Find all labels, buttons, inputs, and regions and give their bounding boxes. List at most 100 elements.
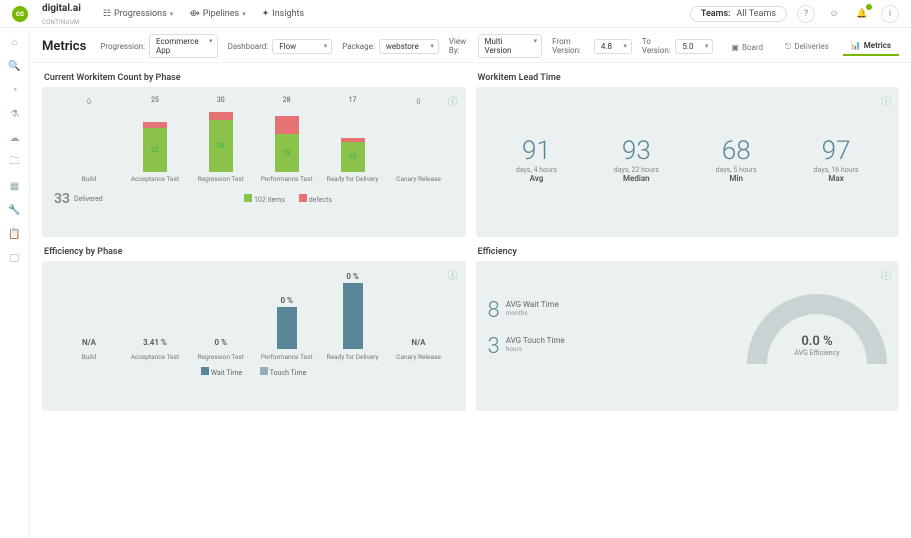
tab-metrics[interactable]: 📊 Metrics bbox=[843, 37, 899, 56]
bar-col: 0Canary Release bbox=[389, 98, 447, 183]
lead-col: 91days, 4 hoursAvg bbox=[516, 138, 557, 183]
panel-info-icon[interactable]: ⓘ bbox=[448, 267, 458, 282]
bar-total: 25 bbox=[151, 96, 159, 104]
filter-viewby-label: View By: bbox=[449, 37, 474, 55]
tab-board[interactable]: ▣ Board bbox=[723, 39, 771, 56]
gauge-value: 0.0 % bbox=[747, 334, 887, 349]
eff-col: N/ABuild bbox=[60, 338, 118, 361]
eff-col: N/A Canary Release bbox=[389, 338, 447, 361]
bar-total: 17 bbox=[349, 96, 357, 104]
filter-toversion-select[interactable]: 5.0 bbox=[675, 39, 713, 54]
page-header: Metrics Progression: Ecommerce App Dashb… bbox=[30, 28, 911, 63]
lead-value: 68 bbox=[716, 138, 757, 164]
bell-icon[interactable]: 🔔 bbox=[853, 5, 871, 23]
teams-value: All Teams bbox=[737, 9, 776, 19]
filter-viewby-select[interactable]: Multi Version bbox=[478, 34, 543, 58]
panel3-title: Efficiency by Phase bbox=[44, 247, 466, 257]
legend-defects-swatch-icon bbox=[299, 194, 307, 202]
teams-label: Teams: bbox=[701, 9, 731, 19]
nav-progressions[interactable]: ☷ Progressions ▾ bbox=[103, 9, 173, 19]
tab-metrics-label: Metrics bbox=[864, 41, 891, 50]
brand-logo-icon: cc bbox=[12, 6, 28, 22]
rail-wrench-icon[interactable]: 🔧 bbox=[9, 204, 21, 216]
legend-wait-swatch-icon bbox=[201, 367, 209, 375]
eff-label: Canary Release bbox=[396, 353, 441, 361]
rail-monitor-icon[interactable]: 🖵 bbox=[9, 252, 21, 264]
chevron-down-icon: ▾ bbox=[170, 10, 174, 18]
eff-value: 0 % bbox=[346, 272, 358, 281]
nav-pipelines[interactable]: ⟴ Pipelines ▾ bbox=[189, 9, 245, 19]
filter-progression-label: Progression: bbox=[100, 42, 145, 51]
tab-deliveries[interactable]: ⎋ Deliveries bbox=[777, 38, 837, 56]
info-icon[interactable]: i bbox=[881, 5, 899, 23]
bar-col: 0Build bbox=[60, 98, 118, 183]
tab-deliveries-label: Deliveries bbox=[794, 42, 828, 51]
bar-col: 2522Acceptance Test bbox=[126, 96, 184, 183]
eff-col: 0 %Performance Test bbox=[258, 296, 316, 361]
avg-touch-unit: hours bbox=[506, 345, 565, 353]
bar-total: 28 bbox=[283, 96, 291, 104]
avg-wait-unit: months bbox=[506, 309, 559, 317]
eff-label: Performance Test bbox=[261, 353, 313, 361]
legend-defects-label: defects bbox=[309, 196, 332, 204]
teams-selector[interactable]: Teams: All Teams bbox=[690, 6, 787, 22]
lead-col: 97days, 16 hoursMax bbox=[814, 138, 859, 183]
top-nav: ☷ Progressions ▾ ⟴ Pipelines ▾ ✦ Insight… bbox=[103, 9, 304, 19]
filter-package-label: Package: bbox=[342, 42, 375, 51]
eff-value: 3.41 % bbox=[143, 338, 167, 347]
metrics-icon: 📊 bbox=[851, 41, 861, 50]
bar-col: 1715Ready for Delivery bbox=[324, 96, 382, 183]
legend-items-count: 102 bbox=[254, 196, 266, 204]
help-icon[interactable]: ? bbox=[797, 5, 815, 23]
nav-insights[interactable]: ✦ Insights bbox=[262, 9, 304, 19]
filter-dashboard-label: Dashboard: bbox=[228, 42, 269, 51]
lead-value: 97 bbox=[814, 138, 859, 164]
bar-label: Ready for Delivery bbox=[327, 176, 379, 183]
panel4-title: Efficiency bbox=[478, 247, 900, 257]
rail-folder-icon[interactable]: 🗀 bbox=[9, 156, 21, 168]
rail-clock-icon[interactable]: ◔ bbox=[9, 84, 21, 96]
rail-grid-icon[interactable]: ▦ bbox=[9, 180, 21, 192]
board-icon: ▣ bbox=[731, 43, 739, 52]
bar-label: Performance Test bbox=[261, 176, 313, 183]
delivered-count: 33 bbox=[54, 191, 70, 207]
lead-stat: Min bbox=[716, 174, 757, 183]
nav-pipelines-label: Pipelines bbox=[203, 9, 239, 19]
chevron-down-icon: ▾ bbox=[242, 10, 246, 18]
bar-col: 2819Performance Test bbox=[258, 96, 316, 183]
panel-info-icon[interactable]: ⓘ bbox=[881, 267, 891, 282]
panel-lead-time: Workitem Lead Time ⓘ 91days, 4 hoursAvg9… bbox=[476, 73, 900, 237]
lead-col: 93days, 22 hoursMedian bbox=[614, 138, 659, 183]
tab-board-label: Board bbox=[742, 43, 763, 52]
eff-value: N/A bbox=[82, 338, 96, 347]
avg-wait-value: 8 bbox=[488, 300, 500, 322]
lead-sub: days, 4 hours bbox=[516, 166, 557, 174]
panel-efficiency: Efficiency ⓘ 8 AVG Wait Time months bbox=[476, 247, 900, 411]
panel-info-icon[interactable]: ⓘ bbox=[881, 93, 891, 108]
efficiency-gauge: 0.0 % AVG Efficiency bbox=[747, 294, 887, 364]
filter-progression-select[interactable]: Ecommerce App bbox=[149, 34, 218, 58]
eff-label: Ready for Delivery bbox=[327, 353, 379, 361]
eff-label: Acceptance Test bbox=[131, 353, 179, 361]
lead-sub: days, 16 hours bbox=[814, 166, 859, 174]
rail-clipboard-icon[interactable]: 📋 bbox=[9, 228, 21, 240]
side-rail: ⌂ 🔍 ◔ ⚗ ☁ 🗀 ▦ 🔧 📋 🖵 bbox=[0, 28, 30, 538]
filter-dashboard-select[interactable]: Flow bbox=[272, 39, 332, 54]
filter-package-select[interactable]: webstore bbox=[379, 39, 439, 54]
bar-col: 3026Regression Test bbox=[192, 96, 250, 183]
filter-fromversion-select[interactable]: 4.8 bbox=[594, 39, 632, 54]
panel-info-icon[interactable]: ⓘ bbox=[448, 93, 458, 108]
page-title: Metrics bbox=[42, 39, 86, 54]
panel-workitem-count: Current Workitem Count by Phase ⓘ 0Build… bbox=[42, 73, 466, 237]
brand: digital.ai CONTINUUM bbox=[42, 1, 81, 27]
brand-name: digital.ai bbox=[42, 3, 81, 14]
rail-cloud-icon[interactable]: ☁ bbox=[9, 132, 21, 144]
rail-flask-icon[interactable]: ⚗ bbox=[9, 108, 21, 120]
legend-items-swatch-icon bbox=[244, 194, 252, 202]
eff-value: N/A bbox=[411, 338, 425, 347]
rail-search-icon[interactable]: 🔍 bbox=[9, 60, 21, 72]
user-icon[interactable]: ☺ bbox=[825, 5, 843, 23]
lead-value: 93 bbox=[614, 138, 659, 164]
rail-home-icon[interactable]: ⌂ bbox=[9, 36, 21, 48]
eff-label: Regression Test bbox=[198, 353, 244, 361]
